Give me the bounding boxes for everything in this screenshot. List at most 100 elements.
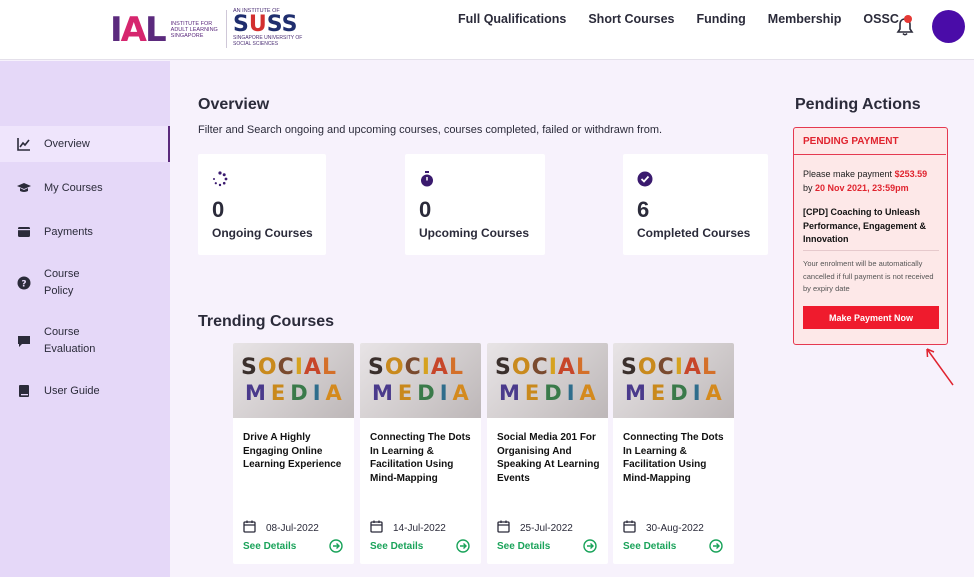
arrow-right-circle-icon[interactable] [329, 539, 343, 553]
arrow-right-circle-icon[interactable] [456, 539, 470, 553]
sidebar-item-label: My Courses [44, 181, 103, 194]
graduation-cap-icon [17, 183, 31, 192]
stat-value: 6 [637, 197, 650, 222]
sidebar-item-label: Payments [44, 225, 93, 238]
avatar[interactable] [932, 10, 965, 43]
course-date: 14-Jul-2022 [393, 523, 446, 534]
thumb-line1: SOCIAL [368, 355, 464, 380]
calendar-icon [623, 520, 636, 533]
pending-actions-title: Pending Actions [795, 96, 921, 113]
pending-payment-header: PENDING PAYMENT [794, 128, 946, 155]
svg-text:?: ? [21, 280, 26, 290]
course-thumbnail: SOCIAL MEDIA [613, 343, 734, 418]
stopwatch-icon [421, 171, 433, 187]
course-title[interactable]: Social Media 201 For Organising And Spea… [497, 431, 601, 486]
suss-logo-post: Singapore University of Social Sciences [233, 35, 303, 47]
see-details-link[interactable]: See Details [243, 541, 296, 552]
divider [803, 250, 939, 251]
wallet-icon [18, 227, 30, 237]
payment-deadline: 20 Nov 2021, 23:59pm [815, 182, 909, 193]
see-details-link[interactable]: See Details [370, 541, 423, 552]
sidebar-item-label: User Guide [44, 384, 100, 397]
course-card[interactable]: SOCIAL MEDIA Social Media 201 For Organi… [487, 343, 608, 564]
arrow-right-circle-icon[interactable] [583, 539, 597, 553]
stat-value: 0 [419, 197, 432, 222]
nav-membership[interactable]: Membership [768, 12, 842, 26]
course-card[interactable]: SOCIAL MEDIA Connecting The Dots In Lear… [360, 343, 481, 564]
payment-instruction: Please make payment $253.59 by 20 Nov 20… [803, 168, 943, 195]
nav-full-qualifications[interactable]: Full Qualifications [458, 12, 566, 26]
main-nav: Full Qualifications Short Courses Fundin… [458, 12, 921, 26]
arrow-right-circle-icon[interactable] [709, 539, 723, 553]
sidebar: Overview My Courses Payments ? Course Po… [0, 61, 170, 577]
course-title[interactable]: Connecting The Dots In Learning & Facili… [623, 431, 727, 486]
stat-label: Upcoming Courses [419, 226, 530, 240]
course-date: 30-Aug-2022 [646, 523, 704, 534]
course-card[interactable]: SOCIAL MEDIA Drive A Highly Engaging Onl… [233, 343, 354, 564]
logo-divider [226, 10, 227, 48]
nav-short-courses[interactable]: Short Courses [588, 12, 674, 26]
stat-card-ongoing: 0 Ongoing Courses [198, 154, 326, 255]
suss-logo[interactable]: An Institute of SUSS Singapore Universit… [233, 8, 313, 47]
course-title[interactable]: Connecting The Dots In Learning & Facili… [370, 431, 474, 486]
pending-payment-panel: PENDING PAYMENT Please make payment $253… [793, 127, 948, 345]
pay-prefix: Please make payment [803, 169, 893, 179]
thumb-line2: MEDIA [625, 381, 727, 405]
see-details-link[interactable]: See Details [497, 541, 550, 552]
calendar-icon [370, 520, 383, 533]
stat-label: Completed Courses [637, 226, 751, 240]
thumb-line2: MEDIA [372, 381, 474, 405]
suss-logo-name: SUSS [233, 12, 298, 37]
page-subtitle: Filter and Search ongoing and upcoming c… [198, 124, 663, 136]
course-date: 25-Jul-2022 [520, 523, 573, 534]
sidebar-item-label: Course Policy [44, 268, 80, 297]
thumb-line1: SOCIAL [621, 355, 717, 380]
course-thumbnail: SOCIAL MEDIA [487, 343, 608, 418]
sidebar-item-payments[interactable]: Payments [0, 223, 170, 241]
thumb-line2: MEDIA [245, 381, 347, 405]
annotation-arrow-icon [926, 348, 954, 386]
check-circle-icon [637, 171, 653, 187]
thumb-line1: SOCIAL [495, 355, 591, 380]
sidebar-item-course-policy[interactable]: ? Course Policy [0, 265, 170, 301]
stat-card-completed: 6 Completed Courses [623, 154, 768, 255]
nav-ossc[interactable]: OSSC [863, 12, 898, 26]
stat-label: Ongoing Courses [212, 226, 313, 240]
pending-course-title[interactable]: [CPD] Coaching to Unleash Performance, E… [803, 206, 943, 247]
sidebar-item-course-evaluation[interactable]: Course Evaluation [0, 323, 170, 359]
calendar-icon [243, 520, 256, 533]
ial-logo-mark: IAL [110, 10, 167, 50]
make-payment-button[interactable]: Make Payment Now [803, 306, 939, 329]
see-details-link[interactable]: See Details [623, 541, 676, 552]
payment-amount: $253.59 [894, 169, 928, 179]
sidebar-item-label: Course Evaluation [44, 326, 96, 355]
stat-value: 0 [212, 197, 225, 222]
top-header: IAL Institute for Adult Learning Singapo… [0, 0, 974, 60]
ial-logo-text: Institute for Adult Learning Singapore [170, 21, 218, 39]
question-circle-icon: ? [17, 276, 31, 290]
nav-funding[interactable]: Funding [696, 12, 745, 26]
course-thumbnail: SOCIAL MEDIA [233, 343, 354, 418]
sidebar-item-my-courses[interactable]: My Courses [0, 179, 170, 197]
calendar-icon [497, 520, 510, 533]
cancellation-note: Your enrolment will be automatically can… [803, 259, 934, 293]
notification-dot [904, 15, 912, 23]
sidebar-item-label: Overview [44, 137, 90, 150]
thumb-line2: MEDIA [499, 381, 601, 405]
sidebar-item-overview[interactable]: Overview [0, 126, 170, 162]
course-date: 08-Jul-2022 [266, 523, 319, 534]
sidebar-item-user-guide[interactable]: User Guide [0, 382, 170, 400]
comment-icon [18, 336, 30, 347]
trending-title: Trending Courses [198, 313, 335, 330]
stat-card-upcoming: 0 Upcoming Courses [405, 154, 545, 255]
thumb-line1: SOCIAL [241, 355, 337, 380]
book-icon [19, 385, 29, 397]
pay-by: by [803, 182, 813, 193]
spinner-icon [213, 171, 228, 187]
ial-logo[interactable]: IAL Institute for Adult Learning Singapo… [110, 10, 223, 50]
course-title[interactable]: Drive A Highly Engaging Online Learning … [243, 431, 347, 472]
course-card[interactable]: SOCIAL MEDIA Connecting The Dots In Lear… [613, 343, 734, 564]
chart-line-icon [17, 138, 30, 151]
page-title: Overview [198, 96, 270, 113]
course-thumbnail: SOCIAL MEDIA [360, 343, 481, 418]
